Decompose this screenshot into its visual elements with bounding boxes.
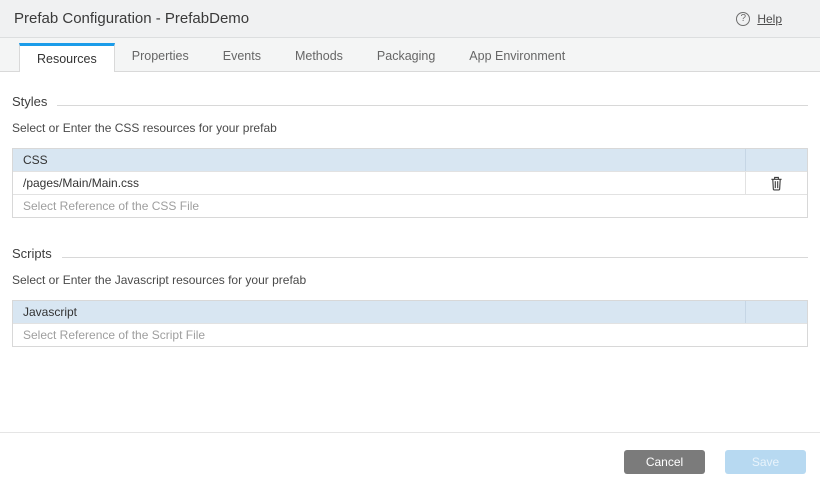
javascript-column-header: Javascript	[13, 305, 745, 319]
javascript-table-header-row: Javascript	[13, 301, 807, 323]
help-link[interactable]: ? Help	[736, 12, 782, 26]
script-placeholder-row	[13, 323, 807, 346]
trash-icon	[770, 179, 783, 194]
javascript-resources-table: Javascript	[12, 300, 808, 347]
javascript-action-column-header	[745, 301, 807, 323]
styles-heading-label: Styles	[12, 94, 47, 109]
dialog-footer: Cancel Save	[0, 432, 820, 490]
script-reference-input[interactable]	[13, 328, 807, 342]
css-resource-action-cell	[745, 172, 807, 194]
delete-css-resource-button[interactable]	[770, 176, 783, 191]
tab-app-environment[interactable]: App Environment	[452, 43, 582, 71]
cancel-button[interactable]: Cancel	[624, 450, 705, 474]
help-icon: ?	[736, 12, 750, 26]
scripts-section-heading: Scripts	[12, 246, 808, 261]
tab-properties[interactable]: Properties	[115, 43, 206, 71]
heading-divider	[62, 257, 808, 258]
save-button[interactable]: Save	[725, 450, 806, 474]
tab-events[interactable]: Events	[206, 43, 278, 71]
css-table-header-row: CSS	[13, 149, 807, 171]
tab-packaging[interactable]: Packaging	[360, 43, 452, 71]
tab-bar: Resources Properties Events Methods Pack…	[0, 38, 820, 72]
table-row	[13, 171, 807, 194]
tab-methods[interactable]: Methods	[278, 43, 360, 71]
css-placeholder-row	[13, 194, 807, 217]
help-link-label: Help	[757, 12, 782, 26]
resources-panel: Styles Select or Enter the CSS resources…	[0, 94, 820, 347]
css-resource-input[interactable]	[13, 176, 745, 190]
styles-section-description: Select or Enter the CSS resources for yo…	[12, 121, 808, 135]
heading-divider	[57, 105, 808, 106]
css-resources-table: CSS	[12, 148, 808, 218]
css-column-header: CSS	[13, 153, 745, 167]
page-title: Prefab Configuration - PrefabDemo	[14, 10, 249, 27]
tab-resources[interactable]: Resources	[19, 43, 115, 72]
styles-section-heading: Styles	[12, 94, 808, 109]
css-reference-input[interactable]	[13, 199, 807, 213]
css-action-column-header	[745, 149, 807, 171]
scripts-section-description: Select or Enter the Javascript resources…	[12, 273, 808, 287]
scripts-heading-label: Scripts	[12, 246, 52, 261]
dialog-header: Prefab Configuration - PrefabDemo ? Help	[0, 0, 820, 38]
css-resource-cell	[13, 172, 745, 194]
